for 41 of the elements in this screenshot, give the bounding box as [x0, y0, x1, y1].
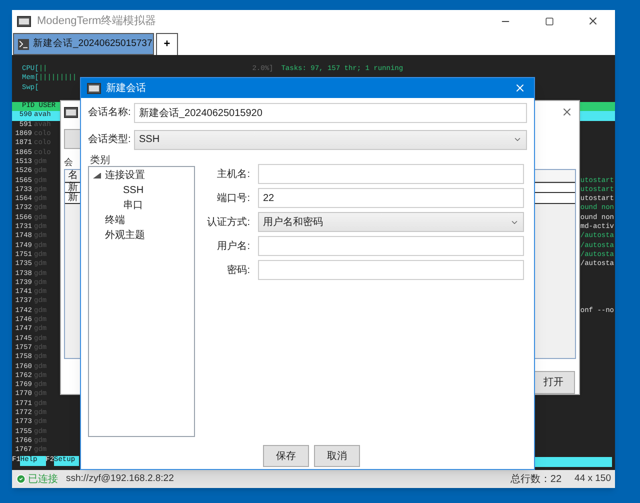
window-title: ModengTerm终端模拟器: [37, 14, 156, 29]
cancel-button[interactable]: 取消: [314, 445, 360, 467]
new-tab-button[interactable]: +: [156, 33, 178, 55]
text-field[interactable]: [258, 164, 524, 184]
text-field[interactable]: [258, 260, 524, 280]
dropdown[interactable]: SSH: [134, 130, 527, 150]
text-field[interactable]: 22: [258, 188, 524, 208]
tree-item[interactable]: SSH: [123, 183, 144, 198]
close-icon[interactable]: [561, 106, 573, 118]
connection-address: ssh://zyf@192.168.2.8:22: [66, 472, 174, 486]
tree-item[interactable]: 外观主题: [105, 228, 145, 243]
tree-item[interactable]: 串口: [123, 198, 143, 213]
field-label: 端口号:: [216, 192, 250, 206]
dropdown[interactable]: 用户名和密码: [258, 212, 524, 232]
dialog-title: 新建会话: [106, 82, 146, 96]
connection-status: 已连接: [28, 472, 58, 486]
maximize-icon: [544, 16, 554, 26]
line-count: 总行数：22: [510, 472, 562, 486]
open-button[interactable]: 打开: [532, 371, 575, 394]
terminal-icon: [64, 106, 78, 118]
tree-item[interactable]: 连接设置: [105, 168, 145, 183]
field-label: 密码:: [226, 264, 250, 278]
save-button[interactable]: 保存: [263, 445, 309, 467]
chevron-down-icon: [513, 135, 522, 144]
terminal-icon: [87, 82, 101, 94]
field-label: 认证方式:: [206, 216, 250, 230]
group-label: 会: [64, 157, 73, 167]
terminal-icon: [18, 38, 29, 50]
field-label: 用户名:: [216, 240, 250, 254]
close-icon[interactable]: [514, 82, 526, 94]
terminal-size: 44 x 150: [574, 472, 611, 486]
field-label: 主机名:: [216, 168, 250, 182]
session-tab[interactable]: 新建会话_20240625015737: [13, 33, 154, 55]
category-label: 类别: [89, 155, 111, 166]
field-label: 会话类型:: [88, 132, 132, 147]
terminal-icon: [17, 16, 31, 26]
text-field[interactable]: 新建会话_20240625015920: [134, 102, 527, 122]
tree-item[interactable]: 终端: [105, 213, 125, 228]
column-header: 名: [68, 170, 78, 181]
close-icon: [587, 15, 599, 27]
text-field[interactable]: [258, 236, 524, 256]
